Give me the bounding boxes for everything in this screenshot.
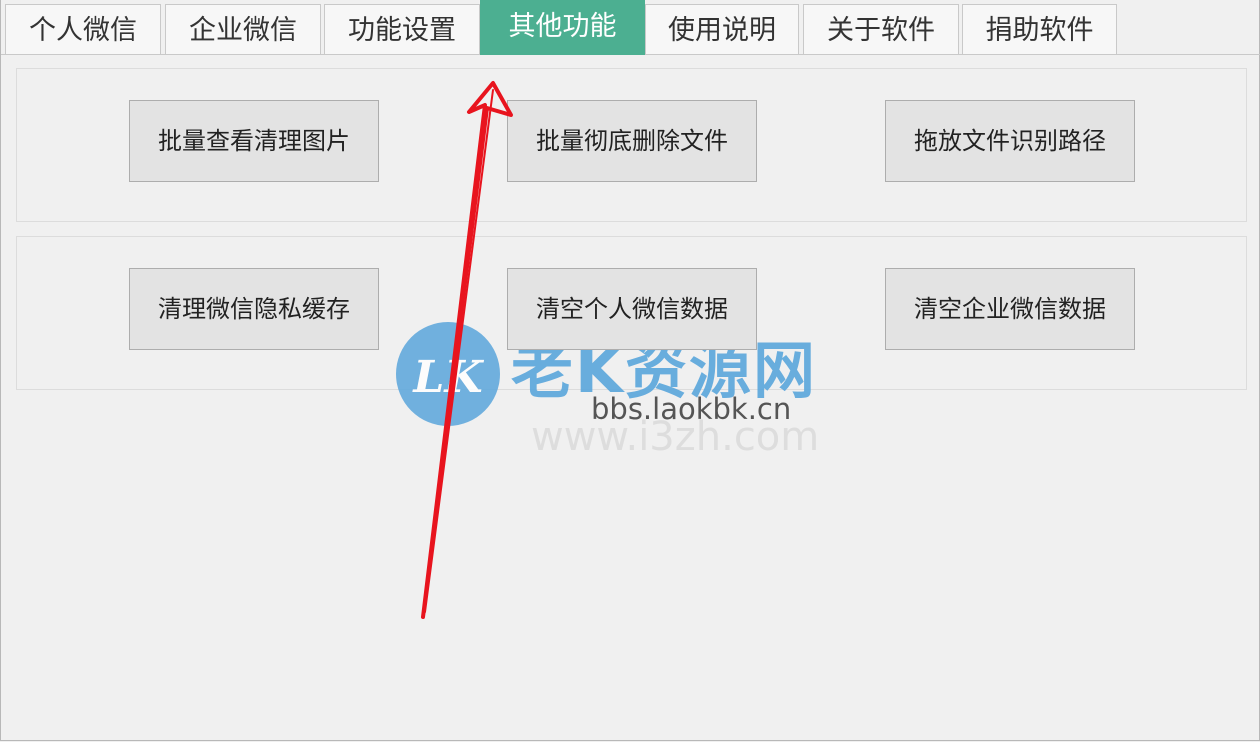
batch-view-clean-images-button[interactable]: 批量查看清理图片: [129, 100, 379, 182]
drag-file-identify-path-button[interactable]: 拖放文件识别路径: [885, 100, 1135, 182]
tab-bar: 个人微信 企业微信 功能设置 其他功能 使用说明 关于软件 捐助软件: [1, 0, 1260, 55]
tab-other-functions[interactable]: 其他功能: [480, 0, 645, 55]
tab-personal-wechat[interactable]: 个人微信: [5, 4, 161, 54]
watermark-url-faint: www.i3zh.com: [531, 414, 820, 460]
watermark-url: bbs.laokbk.cn: [591, 392, 792, 426]
clean-wechat-privacy-cache-button[interactable]: 清理微信隐私缓存: [129, 268, 379, 350]
app-window: 个人微信 企业微信 功能设置 其他功能 使用说明 关于软件 捐助软件 LK 老K…: [0, 0, 1260, 741]
clear-personal-wechat-data-button[interactable]: 清空个人微信数据: [507, 268, 757, 350]
batch-delete-files-button[interactable]: 批量彻底删除文件: [507, 100, 757, 182]
tab-usage-instructions[interactable]: 使用说明: [645, 4, 799, 54]
tab-function-settings[interactable]: 功能设置: [324, 4, 480, 54]
tab-about-software[interactable]: 关于软件: [803, 4, 959, 54]
clear-enterprise-wechat-data-button[interactable]: 清空企业微信数据: [885, 268, 1135, 350]
tab-enterprise-wechat[interactable]: 企业微信: [165, 4, 321, 54]
tab-donate-software[interactable]: 捐助软件: [962, 4, 1117, 54]
